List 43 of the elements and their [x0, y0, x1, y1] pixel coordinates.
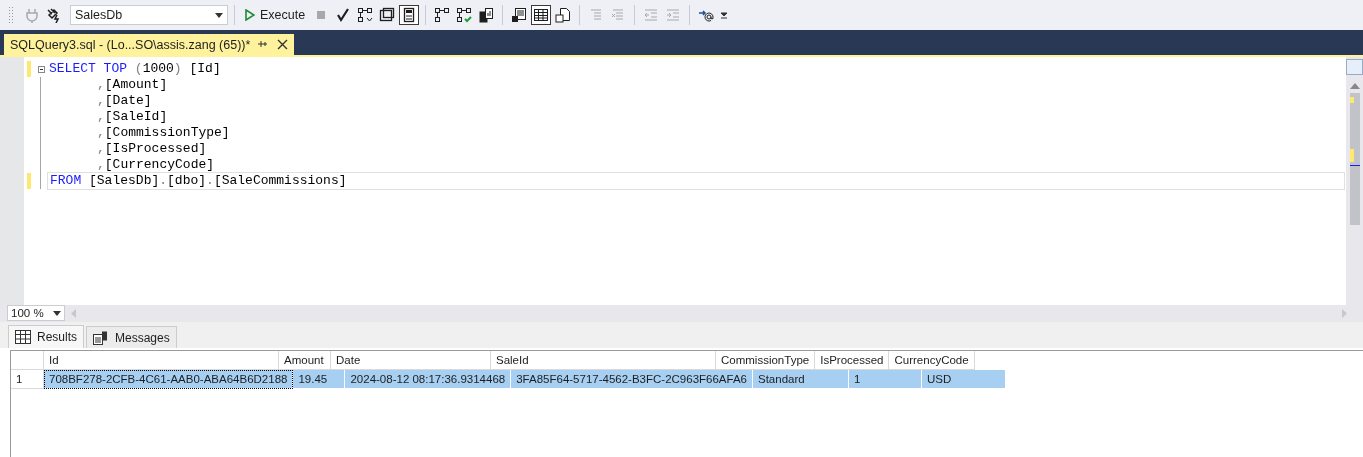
results-tab[interactable]: Results	[8, 325, 84, 348]
calculator-icon[interactable]	[399, 5, 420, 25]
column-header[interactable]: IsProcessed	[815, 351, 890, 370]
table-cell: 1	[849, 370, 922, 389]
table-cell: 19.45	[293, 370, 346, 389]
code-line: ,[IsProcessed]	[96, 141, 207, 157]
column-header[interactable]: CurrencyCode	[889, 351, 975, 370]
execute-button[interactable]: Execute	[241, 5, 310, 25]
close-icon[interactable]	[277, 39, 289, 50]
column-header[interactable]: Date	[331, 351, 491, 370]
zoom-dropdown[interactable]: 100 %	[7, 305, 65, 321]
document-icon	[93, 330, 109, 345]
pin-icon[interactable]	[258, 39, 270, 50]
collapse-icon[interactable]	[37, 65, 45, 73]
scrollbar-thumb[interactable]	[1349, 93, 1360, 225]
code-line: ,[SaleId]	[96, 109, 168, 125]
table-cell: USD	[922, 370, 1006, 389]
caret-icon	[53, 310, 61, 316]
column-header[interactable]: SaleId	[491, 351, 716, 370]
document-tab[interactable]: SQLQuery3.sql - (Lo...SO\assis.zang (65))*	[4, 34, 295, 55]
results-tab[interactable]: Messages	[86, 326, 177, 348]
tree-check-icon[interactable]	[454, 5, 475, 25]
grid-icon	[15, 330, 31, 344]
overflow-icon[interactable]	[720, 10, 729, 20]
code-line: ,[Date]	[96, 93, 152, 109]
table-cell: 2024-08-12 08:17:36.9314468	[345, 370, 512, 389]
grid-icon[interactable]	[531, 5, 552, 25]
code-line: SELECT TOP (1000) [Id]	[48, 61, 221, 77]
database-dropdown[interactable]: SalesDb	[70, 5, 228, 25]
scroll-up-icon[interactable]	[1349, 83, 1360, 89]
code-line: ,[Amount]	[96, 77, 168, 93]
column-header[interactable]: Amount	[279, 351, 331, 370]
table-cell: 708BF278-2CFB-4C61-AAB0-ABA64B6D2188	[44, 370, 294, 389]
play-icon	[245, 9, 255, 21]
split-handle[interactable]	[1346, 59, 1363, 75]
column-header[interactable]: Id	[44, 351, 279, 370]
column-header[interactable]: CommissionType	[716, 351, 816, 370]
table-cell: 3FA85F64-5717-4562-B3FC-2C963F66AFA6	[511, 370, 753, 389]
caret-icon	[215, 12, 223, 18]
code-editor[interactable]: SELECT TOP (1000) [Id] ,[Amount] ,[Date] ,[SaleId] ,[CommissionType] ,[IsProcessed] ,[CurrencyCode] FROM [SalesDb].[dbo].[SaleCommissions]	[24, 57, 1346, 305]
code-line: ,[CurrencyCode]	[96, 157, 215, 173]
code-line: ,[CommissionType]	[96, 125, 230, 141]
table-cell: Standard	[753, 370, 849, 389]
